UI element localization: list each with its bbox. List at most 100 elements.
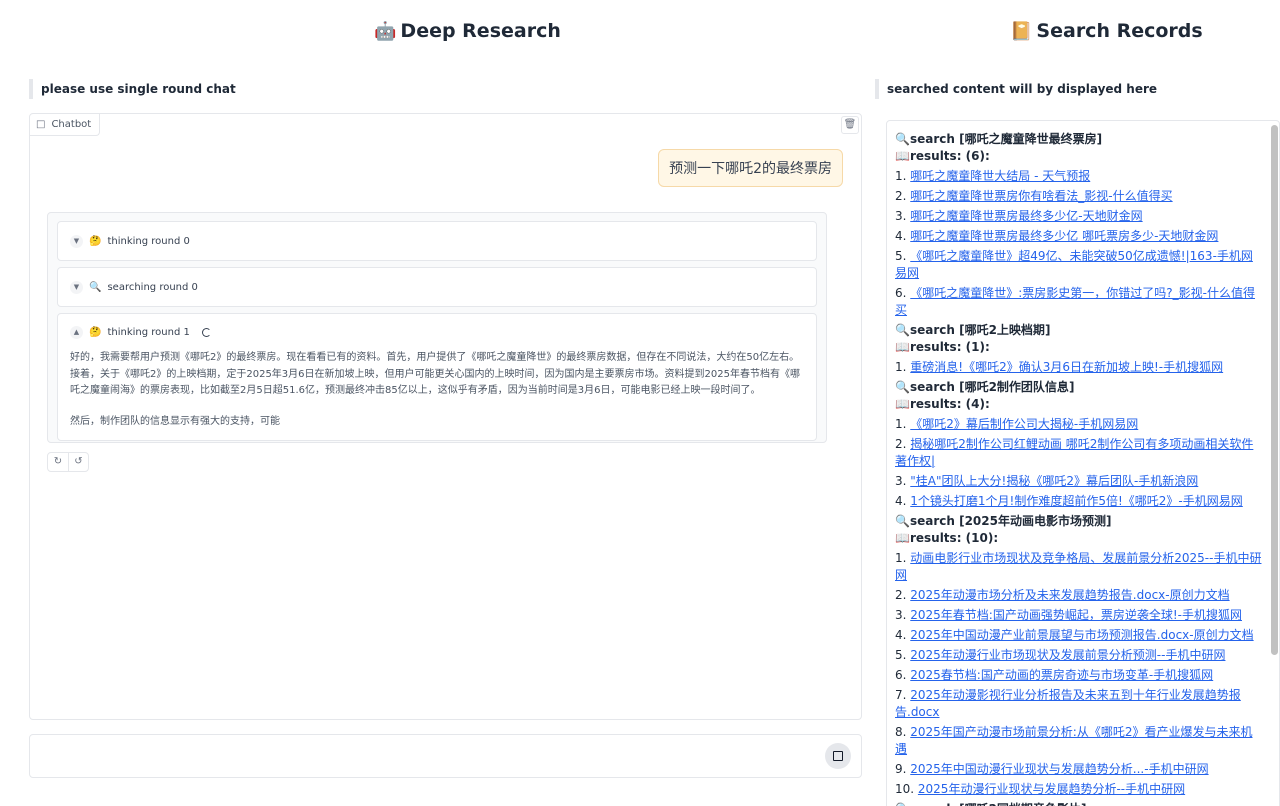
result-index: 6. <box>895 668 911 682</box>
book-icon: 📖 <box>895 149 910 163</box>
result-item: 2. 哪吒之魔童降世票房你有啥看法_影视-什么值得买 <box>895 188 1263 205</box>
result-link[interactable]: 1个镜头打磨1个月!制作难度超前作5倍!《哪吒2》-手机网易网 <box>910 494 1243 508</box>
accordion-label: thinking round 1 <box>107 326 190 338</box>
search-prefix: search <box>909 514 955 528</box>
results-count: 📖results: (4): <box>895 397 990 411</box>
result-index: 10. <box>895 782 918 796</box>
accordion-label: searching round 0 <box>107 281 198 293</box>
accordion-thinking-round-1[interactable]: ▲ 🤔 thinking round 1 好的，我需要帮用户预测《哪吒2》的最终… <box>57 313 817 441</box>
result-item: 3. 哪吒之魔童降世票房最终多少亿-天地财金网 <box>895 208 1263 225</box>
result-link[interactable]: 《哪吒2》幕后制作公司大揭秘-手机网易网 <box>910 417 1138 431</box>
result-link[interactable]: 2025年中国动漫产业前景展望与市场预测报告.docx-原创力文档 <box>910 628 1253 642</box>
result-index: 5. <box>895 648 911 662</box>
message-actions: ↻ ↺ <box>47 452 89 472</box>
undo-icon[interactable]: ↺ <box>68 453 88 471</box>
chevron-down-icon: ▼ <box>70 280 83 294</box>
result-item: 4. 1个镜头打磨1个月!制作难度超前作5倍!《哪吒2》-手机网易网 <box>895 493 1263 510</box>
result-link[interactable]: 《哪吒之魔童降世》:票房影史第一，你错过了吗?_影视-什么值得买 <box>895 286 1255 317</box>
results-count-value: (4): <box>965 397 990 411</box>
robot-icon: 🤖 <box>374 21 397 42</box>
result-index: 3. <box>895 474 911 488</box>
result-item: 1. 重磅消息!《哪吒2》确认3月6日在新加坡上映!-手机搜狐网 <box>895 359 1263 376</box>
result-link[interactable]: 2025年动漫行业现状与发展趋势分析--手机中研网 <box>918 782 1185 796</box>
trash-icon: 🗑 <box>843 119 857 130</box>
stop-button[interactable] <box>825 743 851 769</box>
search-query: 🔍search [2025年动画电影市场预测] <box>895 514 1112 528</box>
result-item: 6. 2025春节档:国产动画的票房奇迹与市场变革-手机搜狐网 <box>895 667 1263 684</box>
result-link[interactable]: 2025春节档:国产动画的票房奇迹与市场变革-手机搜狐网 <box>910 668 1213 682</box>
search-records-panel: 🔍search [哪吒之魔童降世最终票房] 📖results: (6): 1. 哪吒… <box>886 120 1280 806</box>
result-link[interactable]: 重磅消息!《哪吒2》确认3月6日在新加坡上映!-手机搜狐网 <box>910 360 1223 374</box>
result-index: 1. <box>895 360 911 374</box>
result-item: 3. "桂A"团队上大分!揭秘《哪吒2》幕后团队-手机新浪网 <box>895 473 1263 490</box>
result-link[interactable]: 2025年动漫行业市场现状及发展前景分析预测--手机中研网 <box>910 648 1225 662</box>
chat-input[interactable] <box>29 734 862 778</box>
result-link[interactable]: 哪吒之魔童降世大结局 - 天气预报 <box>910 169 1090 183</box>
result-index: 1. <box>895 551 911 565</box>
book-icon: 📖 <box>895 531 910 545</box>
deep-research-title: 🤖 Deep Research <box>374 20 561 42</box>
accordion-label: thinking round 0 <box>107 235 190 247</box>
search-query: 🔍search [哪吒2制作团队信息] <box>895 380 1075 394</box>
user-message: 预测一下哪吒2的最终票房 <box>658 149 843 187</box>
result-index: 6. <box>895 286 911 300</box>
result-index: 5. <box>895 249 911 263</box>
chatbot-label-text: Chatbot <box>51 118 92 130</box>
result-link[interactable]: 2025年国产动漫市场前景分析:从《哪吒2》看产业爆发与未来机遇 <box>895 725 1253 756</box>
search-records-title-text: Search Records <box>1036 20 1203 42</box>
result-index: 4. <box>895 229 911 243</box>
search-query-text: 哪吒2上映档期 <box>964 323 1045 337</box>
result-item: 1. 哪吒之魔童降世大结局 - 天气预报 <box>895 168 1263 185</box>
accordion-header[interactable]: ▲ 🤔 thinking round 1 <box>58 314 816 350</box>
result-index: 3. <box>895 608 911 622</box>
deep-research-title-text: Deep Research <box>400 20 561 42</box>
search-icon: 🔍 <box>89 281 102 293</box>
result-link[interactable]: 揭秘哪吒2制作公司红鲤动画 哪吒2制作公司有多项动画相关软件著作权| <box>895 437 1253 468</box>
accordion-body: 好的，我需要帮用户预测《哪吒2》的最终票房。现在看看已有的资料。首先，用户提供了… <box>58 350 816 440</box>
book-icon: 📖 <box>895 340 910 354</box>
search-query: 🔍search [哪吒2同档期竞争影片] <box>895 801 1263 806</box>
result-link[interactable]: 2025年动漫市场分析及未来发展趋势报告.docx-原创力文档 <box>910 588 1229 602</box>
result-link[interactable]: 哪吒之魔童降世票房你有啥看法_影视-什么值得买 <box>910 189 1172 203</box>
accordion-searching-round-0[interactable]: ▼ 🔍 searching round 0 <box>57 267 817 307</box>
retry-icon[interactable]: ↻ <box>48 453 68 471</box>
scrollbar[interactable] <box>1271 125 1278 655</box>
result-index: 2. <box>895 437 911 451</box>
records-note: searched content will by displayed here <box>875 79 1157 99</box>
search-prefix: search <box>909 323 955 337</box>
results-prefix: results <box>909 340 957 354</box>
results-count-value: (1): <box>965 340 990 354</box>
chatbot-label: □ Chatbot <box>30 114 101 136</box>
search-icon: 🔍 <box>895 132 910 146</box>
accordion-thinking-round-0[interactable]: ▼ 🤔 thinking round 0 <box>57 221 817 261</box>
results-prefix: results <box>909 531 957 545</box>
result-item: 7. 2025年动漫影视行业分析报告及未来五到十年行业发展趋势报告.docx <box>895 687 1263 721</box>
result-link[interactable]: 哪吒之魔童降世票房最终多少亿 哪吒票房多少-天地财金网 <box>910 229 1218 243</box>
result-link[interactable]: "桂A"团队上大分!揭秘《哪吒2》幕后团队-手机新浪网 <box>910 474 1198 488</box>
result-link[interactable]: 《哪吒之魔童降世》超49亿、未能突破50亿成遗憾!|163-手机网易网 <box>895 249 1253 280</box>
search-prefix: search <box>909 132 955 146</box>
result-item: 9. 2025年中国动漫行业现状与发展趋势分析...-手机中研网 <box>895 761 1263 778</box>
chevron-down-icon: ▼ <box>70 234 83 248</box>
loading-spinner-icon <box>201 327 211 337</box>
result-link[interactable]: 动画电影行业市场现状及竞争格局、发展前景分析2025--手机中研网 <box>895 551 1261 582</box>
result-link[interactable]: 2025年动漫影视行业分析报告及未来五到十年行业发展趋势报告.docx <box>895 688 1241 719</box>
search-records-title: 📔 Search Records <box>1010 20 1203 42</box>
accordion-header[interactable]: ▼ 🤔 thinking round 0 <box>58 222 816 260</box>
result-item: 8. 2025年国产动漫市场前景分析:从《哪吒2》看产业爆发与未来机遇 <box>895 724 1263 758</box>
search-query-text: 哪吒之魔童降世最终票房 <box>964 132 1097 146</box>
accordion-header[interactable]: ▼ 🔍 searching round 0 <box>58 268 816 306</box>
result-link[interactable]: 2025年中国动漫行业现状与发展趋势分析...-手机中研网 <box>910 762 1208 776</box>
clear-chat-button[interactable]: 🗑 <box>841 116 859 134</box>
chatbot-panel: □ Chatbot 🗑 预测一下哪吒2的最终票房 ▼ 🤔 thinking ro… <box>29 113 862 720</box>
search-prefix: search <box>909 380 955 394</box>
search-records-list: 🔍search [哪吒之魔童降世最终票房] 📖results: (6): 1. 哪吒… <box>887 121 1279 806</box>
result-item: 6. 《哪吒之魔童降世》:票房影史第一，你错过了吗?_影视-什么值得买 <box>895 285 1263 319</box>
result-link[interactable]: 2025年春节档:国产动画强势崛起，票房逆袭全球!-手机搜狐网 <box>910 608 1242 622</box>
result-index: 4. <box>895 628 911 642</box>
result-index: 8. <box>895 725 911 739</box>
result-item: 5. 2025年动漫行业市场现状及发展前景分析预测--手机中研网 <box>895 647 1263 664</box>
result-link[interactable]: 哪吒之魔童降世票房最终多少亿-天地财金网 <box>910 209 1142 223</box>
thinking-text: 然后，制作团队的信息显示有强大的支持，可能 <box>70 415 280 427</box>
results-prefix: results <box>909 149 957 163</box>
